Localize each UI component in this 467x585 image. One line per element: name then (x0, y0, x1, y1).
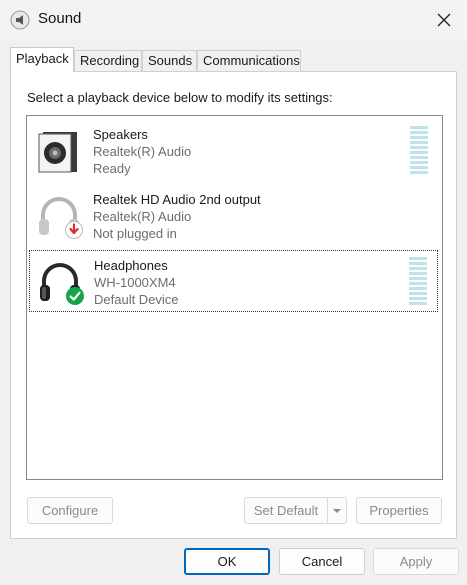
window-title: Sound (38, 10, 82, 27)
device-status: Not plugged in (93, 226, 177, 241)
instruction-text: Select a playback device below to modify… (27, 90, 333, 105)
speaker-icon (10, 10, 30, 30)
set-default-dropdown[interactable] (328, 497, 347, 524)
device-info: Headphones WH-1000XM4 Default Device (94, 257, 179, 308)
device-info: Realtek HD Audio 2nd output Realtek(R) A… (93, 191, 261, 242)
volume-meter (410, 126, 428, 174)
device-driver: Realtek(R) Audio (93, 209, 192, 224)
device-driver: Realtek(R) Audio (93, 144, 192, 159)
chevron-down-icon (333, 509, 341, 513)
tab-communications[interactable]: Communications (197, 50, 301, 71)
close-button[interactable] (421, 0, 467, 40)
device-item-headphones[interactable]: Headphones WH-1000XM4 Default Device (29, 250, 438, 312)
title-bar: Sound (0, 0, 467, 40)
configure-button[interactable]: Configure (27, 497, 113, 524)
device-item-speakers[interactable]: Speakers Realtek(R) Audio Ready (29, 120, 438, 182)
close-icon (437, 13, 451, 27)
unplugged-arrow-icon (65, 221, 83, 239)
device-name: Headphones (94, 258, 168, 273)
volume-meter (409, 257, 427, 305)
cancel-button[interactable]: Cancel (279, 548, 365, 575)
device-name: Speakers (93, 127, 148, 142)
properties-button[interactable]: Properties (356, 497, 442, 524)
device-item-realtek-2nd-output[interactable]: Realtek HD Audio 2nd output Realtek(R) A… (29, 185, 438, 247)
apply-button[interactable]: Apply (373, 548, 459, 575)
tab-sounds[interactable]: Sounds (142, 50, 197, 71)
device-info: Speakers Realtek(R) Audio Ready (93, 126, 191, 177)
speakers-icon (38, 132, 77, 173)
set-default-button[interactable]: Set Default (244, 497, 328, 524)
device-list[interactable]: Speakers Realtek(R) Audio Ready Realtek … (26, 115, 443, 480)
tab-playback[interactable]: Playback (10, 47, 74, 72)
device-name: Realtek HD Audio 2nd output (93, 192, 261, 207)
device-status: Default Device (94, 292, 179, 307)
device-status: Ready (93, 161, 131, 176)
playback-panel: Select a playback device below to modify… (10, 71, 457, 539)
device-driver: WH-1000XM4 (94, 275, 176, 290)
default-check-icon (66, 287, 84, 305)
tab-recording[interactable]: Recording (74, 50, 142, 71)
ok-button[interactable]: OK (184, 548, 270, 575)
